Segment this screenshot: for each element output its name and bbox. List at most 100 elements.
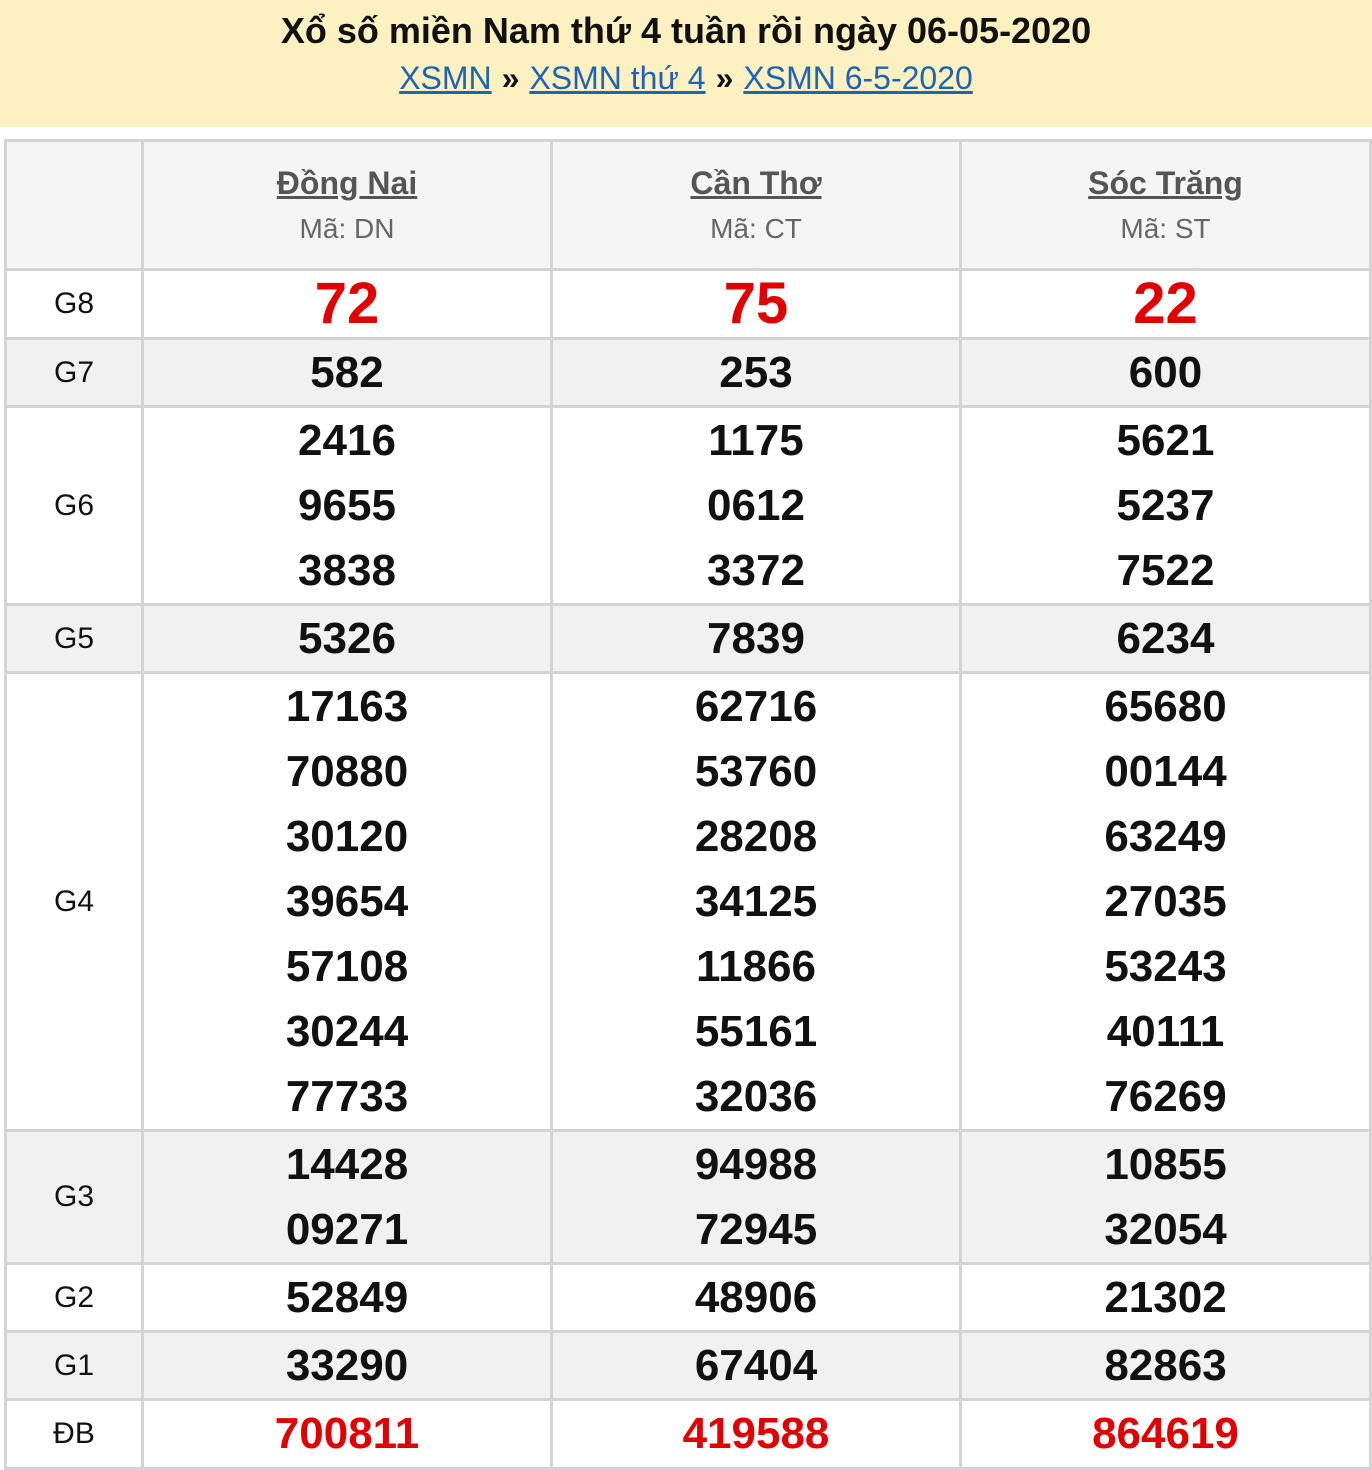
corner-cell bbox=[4, 139, 144, 271]
prize-row-g8: G8 72 75 22 bbox=[4, 268, 1372, 340]
prize-label: G7 bbox=[4, 337, 144, 408]
breadcrumb-separator: » bbox=[715, 60, 734, 96]
prize-number: 48906 bbox=[694, 1273, 818, 1322]
prize-number: 65680 bbox=[1104, 682, 1227, 731]
prize-label: G2 bbox=[4, 1262, 144, 1333]
prize-number: 28208 bbox=[694, 812, 818, 861]
prize-number: 32036 bbox=[694, 1072, 818, 1121]
prize-number: 75 bbox=[723, 271, 789, 336]
prize-label: G1 bbox=[4, 1330, 144, 1401]
prize-number: 1175 bbox=[708, 416, 804, 465]
prize-number: 63249 bbox=[1104, 812, 1227, 861]
prize-number: 82863 bbox=[1104, 1341, 1227, 1390]
prize-number: 76269 bbox=[1104, 1072, 1227, 1121]
prize-row-g3: G3 14428 09271 94988 72945 10855 32054 bbox=[4, 1129, 1372, 1265]
prize-label: G4 bbox=[4, 671, 144, 1132]
prize-cell: 14428 09271 bbox=[141, 1129, 553, 1265]
breadcrumb-separator: » bbox=[501, 60, 520, 96]
prize-number: 0612 bbox=[707, 481, 805, 530]
prize-number: 582 bbox=[310, 348, 384, 397]
province-code: Mã: DN bbox=[299, 213, 395, 244]
prize-number: 00144 bbox=[1104, 747, 1227, 796]
prize-row-g7: G7 582 253 600 bbox=[4, 337, 1372, 408]
prize-label: G5 bbox=[4, 603, 144, 674]
prize-cell: 52849 bbox=[141, 1262, 553, 1333]
prize-number: 600 bbox=[1128, 348, 1203, 397]
prize-number: 09271 bbox=[285, 1205, 409, 1254]
prize-number: 70880 bbox=[285, 747, 409, 796]
prize-number: 11866 bbox=[696, 942, 816, 991]
prize-cell: 2416 9655 3838 bbox=[141, 405, 553, 606]
prize-number: 5237 bbox=[1116, 481, 1215, 530]
breadcrumb: XSMN» XSMN thứ 4» XSMN 6-5-2020 bbox=[0, 57, 1372, 99]
prize-label: G6 bbox=[4, 405, 144, 606]
breadcrumb-xsmn[interactable]: XSMN bbox=[399, 60, 491, 96]
province-link-can-tho[interactable]: Cần Thơ bbox=[553, 161, 959, 205]
prize-number: 34125 bbox=[694, 877, 818, 926]
province-link-dong-nai[interactable]: Đồng Nai bbox=[144, 161, 550, 205]
prize-cell: 33290 bbox=[141, 1330, 553, 1401]
page-header: Xổ số miền Nam thứ 4 tuần rồi ngày 06-05… bbox=[0, 0, 1372, 127]
prize-number: 53243 bbox=[1104, 942, 1227, 991]
province-code: Mã: ST bbox=[1120, 213, 1211, 244]
prize-cell: 94988 72945 bbox=[550, 1129, 962, 1265]
prize-number: 62716 bbox=[694, 682, 818, 731]
prize-cell: 700811 bbox=[141, 1398, 553, 1470]
prize-number: 57108 bbox=[285, 942, 409, 991]
prize-number: 32054 bbox=[1104, 1205, 1227, 1254]
prize-number: 72945 bbox=[694, 1205, 818, 1254]
prize-number: 2416 bbox=[298, 416, 396, 465]
results-table: Đồng Nai Mã: DN Cần Thơ Mã: CT Sóc Trăng… bbox=[4, 139, 1372, 1470]
prize-cell: 1175 0612 3372 bbox=[550, 405, 962, 606]
province-link-soc-trang[interactable]: Sóc Trăng bbox=[962, 161, 1369, 205]
breadcrumb-xsmn-thu-4[interactable]: XSMN thứ 4 bbox=[529, 60, 705, 96]
prize-cell: 10855 32054 bbox=[959, 1129, 1372, 1265]
prize-cell: 5326 bbox=[141, 603, 553, 674]
prize-number: 700811 bbox=[274, 1409, 420, 1458]
province-header-soc-trang: Sóc Trăng Mã: ST bbox=[959, 139, 1372, 271]
prize-number: 17163 bbox=[285, 682, 409, 731]
prize-number: 27035 bbox=[1104, 877, 1227, 926]
prize-cell: 582 bbox=[141, 337, 553, 408]
prize-cell: 5621 5237 7522 bbox=[959, 405, 1372, 606]
prize-row-db: ĐB 700811 419588 864619 bbox=[4, 1398, 1372, 1470]
prize-label: G8 bbox=[4, 268, 144, 340]
province-header-dong-nai: Đồng Nai Mã: DN bbox=[141, 139, 553, 271]
prize-number: 30120 bbox=[285, 812, 409, 861]
province-header-can-tho: Cần Thơ Mã: CT bbox=[550, 139, 962, 271]
prize-cell: 72 bbox=[141, 268, 553, 340]
prize-number: 419588 bbox=[682, 1409, 830, 1458]
prize-label: G3 bbox=[4, 1129, 144, 1265]
prize-number: 3838 bbox=[298, 546, 396, 595]
prize-number: 7839 bbox=[707, 614, 805, 663]
prize-cell: 21302 bbox=[959, 1262, 1372, 1333]
prize-number: 77733 bbox=[285, 1072, 409, 1121]
prize-row-g4: G4 17163 70880 30120 39654 57108 30244 77733 627… bbox=[4, 671, 1372, 1132]
prize-cell: 17163 70880 30120 39654 57108 30244 77733 bbox=[141, 671, 553, 1132]
prize-number: 5326 bbox=[298, 614, 396, 663]
prize-row-g5: G5 5326 7839 6234 bbox=[4, 603, 1372, 674]
prize-number: 14428 bbox=[285, 1140, 409, 1189]
prize-cell: 75 bbox=[550, 268, 962, 340]
prize-number: 67404 bbox=[694, 1341, 818, 1390]
breadcrumb-xsmn-date[interactable]: XSMN 6-5-2020 bbox=[743, 60, 972, 96]
prize-cell: 48906 bbox=[550, 1262, 962, 1333]
prize-number: 39654 bbox=[285, 877, 409, 926]
prize-cell: 600 bbox=[959, 337, 1372, 408]
prize-number: 253 bbox=[719, 348, 793, 397]
prize-cell: 82863 bbox=[959, 1330, 1372, 1401]
prize-number: 864619 bbox=[1092, 1409, 1239, 1458]
prize-number: 33290 bbox=[285, 1341, 409, 1390]
prize-number: 22 bbox=[1133, 271, 1198, 336]
prize-number: 7522 bbox=[1116, 546, 1215, 595]
prize-number: 55161 bbox=[694, 1007, 818, 1056]
prize-row-g6: G6 2416 9655 3838 1175 0612 3372 5621 5237 7522 bbox=[4, 405, 1372, 606]
prize-cell: 419588 bbox=[550, 1398, 962, 1470]
prize-number: 10855 bbox=[1104, 1140, 1227, 1189]
prize-cell: 253 bbox=[550, 337, 962, 408]
prize-number: 72 bbox=[314, 271, 380, 336]
prize-number: 30244 bbox=[285, 1007, 409, 1056]
prize-number: 9655 bbox=[298, 481, 396, 530]
prize-row-g1: G1 33290 67404 82863 bbox=[4, 1330, 1372, 1401]
prize-number: 3372 bbox=[707, 546, 805, 595]
